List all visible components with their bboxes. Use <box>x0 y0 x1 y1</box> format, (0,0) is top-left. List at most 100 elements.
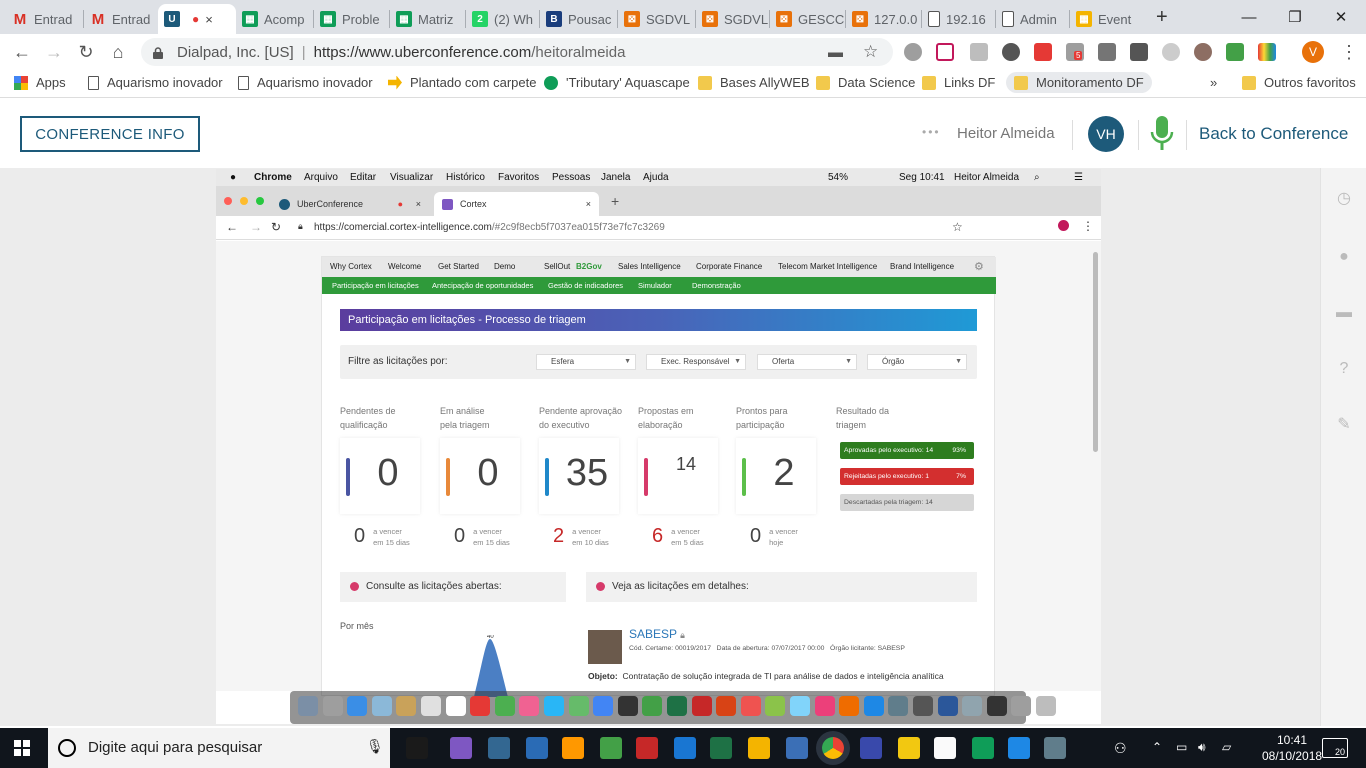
bookmark-item[interactable]: Aquarismo inovador <box>88 75 223 90</box>
forward-arrow-icon[interactable]: → <box>42 40 66 64</box>
back-to-conference-link[interactable]: Back to Conference <box>1199 124 1348 144</box>
extension-bag-icon[interactable] <box>1098 43 1116 61</box>
sticky-notes-icon[interactable] <box>934 737 956 759</box>
extension-mail-icon[interactable] <box>1130 43 1148 61</box>
extension-color-icon[interactable] <box>1258 43 1276 61</box>
sublime-icon[interactable] <box>562 737 584 759</box>
browser-tab[interactable]: M Entrad <box>84 4 160 34</box>
network-icon[interactable]: ▱ <box>1222 740 1231 754</box>
maximize-icon[interactable]: ❐ <box>1272 2 1318 32</box>
people-icon[interactable]: ⚇ <box>1114 740 1127 757</box>
minimize-icon[interactable]: — <box>1226 2 1272 32</box>
monitor-icon[interactable] <box>1044 737 1066 759</box>
clock-icon[interactable]: ◷ <box>1335 190 1353 208</box>
volume-icon[interactable]: 🔊︎ <box>1198 740 1206 755</box>
extension-badge-icon[interactable]: 5 <box>1066 43 1084 61</box>
stat-due-line: em 15 dias <box>473 537 510 547</box>
browser-tab[interactable]: ⊠ 127.0.0 <box>846 4 922 34</box>
browser-tab[interactable]: B Pousac <box>540 4 616 34</box>
back-arrow-icon[interactable]: ← <box>10 40 34 64</box>
browser-tab[interactable]: U ● × <box>158 4 236 34</box>
word-online-icon[interactable] <box>1008 737 1030 759</box>
close-window-icon[interactable]: ✕ <box>1318 2 1364 32</box>
camera-icon[interactable]: ▬ <box>828 44 843 61</box>
chat-icon[interactable]: ▬ <box>1335 304 1353 322</box>
user-avatar[interactable]: VH <box>1088 116 1124 152</box>
excel-chart-icon[interactable] <box>710 737 732 759</box>
dock-app-icon <box>445 696 466 716</box>
cortex-subnav-item: Demonstração <box>692 281 741 290</box>
app-green-icon[interactable] <box>600 737 622 759</box>
extension-star-icon[interactable] <box>1162 43 1180 61</box>
browser-tab[interactable]: ▦ Matriz <box>390 4 466 34</box>
network-app-icon[interactable] <box>786 737 808 759</box>
lock-icon: 🔒︎ <box>680 630 685 640</box>
windows-start-icon[interactable] <box>14 740 30 756</box>
extension-pin-icon[interactable] <box>1002 43 1020 61</box>
bookmark-item[interactable]: Monitoramento DF <box>1006 72 1152 93</box>
microphone-icon[interactable] <box>1150 116 1174 152</box>
result-label-line: Resultado da <box>836 406 890 416</box>
extension-red-icon[interactable] <box>1034 43 1052 61</box>
sabesp-cod: Cód. Certame: 00019/2017 <box>629 645 711 652</box>
browser-tab[interactable]: 192.16 <box>922 4 998 34</box>
bookmark-item[interactable]: Plantado com carpete <box>388 75 536 90</box>
conference-info-button[interactable]: CONFERENCE INFO <box>20 116 200 152</box>
bookmark-item[interactable]: Outros favoritos <box>1242 75 1356 90</box>
extension-pen-icon[interactable] <box>1226 43 1244 61</box>
profile-avatar[interactable]: V <box>1302 41 1324 63</box>
browser-tab[interactable]: ▦ Proble <box>314 4 390 34</box>
microphone-icon[interactable]: 🎙︎ <box>366 738 384 755</box>
bookmark-item[interactable]: Aquarismo inovador <box>238 75 373 90</box>
site-identity: Dialpad, Inc. [US] <box>177 43 294 61</box>
browser-tab[interactable]: ⊠ SGDVL <box>618 4 694 34</box>
bookmark-item[interactable]: 'Tributary' Aquascape <box>544 75 690 90</box>
folder-icon <box>816 75 830 90</box>
sheets-app-icon[interactable] <box>972 737 994 759</box>
mac-menu-item: Pessoas <box>552 172 591 183</box>
help-icon[interactable]: ? <box>1335 360 1353 378</box>
app-icon[interactable] <box>450 737 472 759</box>
battery-icon[interactable]: ▭ <box>1176 740 1187 754</box>
section-open-bids: Consulte as licitações abertas: <box>340 572 566 602</box>
browser-tab[interactable]: 2 (2) Wh <box>466 4 542 34</box>
task-view-icon[interactable] <box>406 737 428 759</box>
address-bar[interactable]: Dialpad, Inc. [US] | https://www.ubercon… <box>141 38 893 66</box>
reload-icon[interactable]: ↻ <box>74 40 98 64</box>
extension-gray-icon[interactable] <box>970 43 988 61</box>
vscode-alt-icon[interactable] <box>526 737 548 759</box>
home-icon[interactable]: ⌂ <box>106 40 130 64</box>
browser-tab[interactable]: ⊠ SGDVL <box>696 4 772 34</box>
filezilla-icon[interactable] <box>636 737 658 759</box>
taskbar-clock[interactable]: 10:41 08/10/2018 <box>1262 732 1322 764</box>
file-explorer-icon[interactable] <box>748 737 770 759</box>
browser-tab[interactable]: ▦ Event <box>1070 4 1146 34</box>
tray-chevron-icon[interactable]: ⌃ <box>1152 740 1162 754</box>
bookmark-item[interactable]: Data Science <box>816 75 915 90</box>
vscode-icon[interactable] <box>674 737 696 759</box>
extension-pocket-icon[interactable] <box>936 43 954 61</box>
remote-icon[interactable] <box>860 737 882 759</box>
browser-tab[interactable]: Admin <box>996 4 1072 34</box>
bookmark-item[interactable]: Links DF <box>922 75 995 90</box>
taskbar-search-box[interactable]: Digite aqui para pesquisar 🎙︎ <box>48 728 390 768</box>
browser-tab[interactable]: ▦ Acomp <box>236 4 312 34</box>
browser-tab[interactable]: ⊠ GESCC <box>770 4 846 34</box>
new-tab-button[interactable]: + <box>1156 6 1168 29</box>
pencil-icon[interactable]: ✎ <box>1335 416 1353 434</box>
extension-cloud-icon[interactable] <box>904 43 922 61</box>
chrome-menu-icon[interactable]: ⋮ <box>1340 42 1358 63</box>
powerbi-icon[interactable] <box>898 737 920 759</box>
close-icon[interactable]: × <box>205 12 213 27</box>
bookmark-item[interactable]: Apps <box>14 75 66 90</box>
browser-tab[interactable]: M Entrad <box>6 4 82 34</box>
bookmarks-overflow-icon[interactable]: » <box>1210 75 1217 90</box>
chrome-icon[interactable] <box>822 737 844 759</box>
dock-app-icon <box>740 696 761 716</box>
extension-face-icon[interactable] <box>1194 43 1212 61</box>
notifications-icon[interactable]: 20 <box>1322 738 1348 758</box>
bookmark-star-icon[interactable]: ☆ <box>863 42 878 62</box>
bookmark-item[interactable]: Bases AllyWEB <box>698 75 810 90</box>
person-icon[interactable]: ● <box>1335 248 1353 266</box>
postgres-icon[interactable] <box>488 737 510 759</box>
